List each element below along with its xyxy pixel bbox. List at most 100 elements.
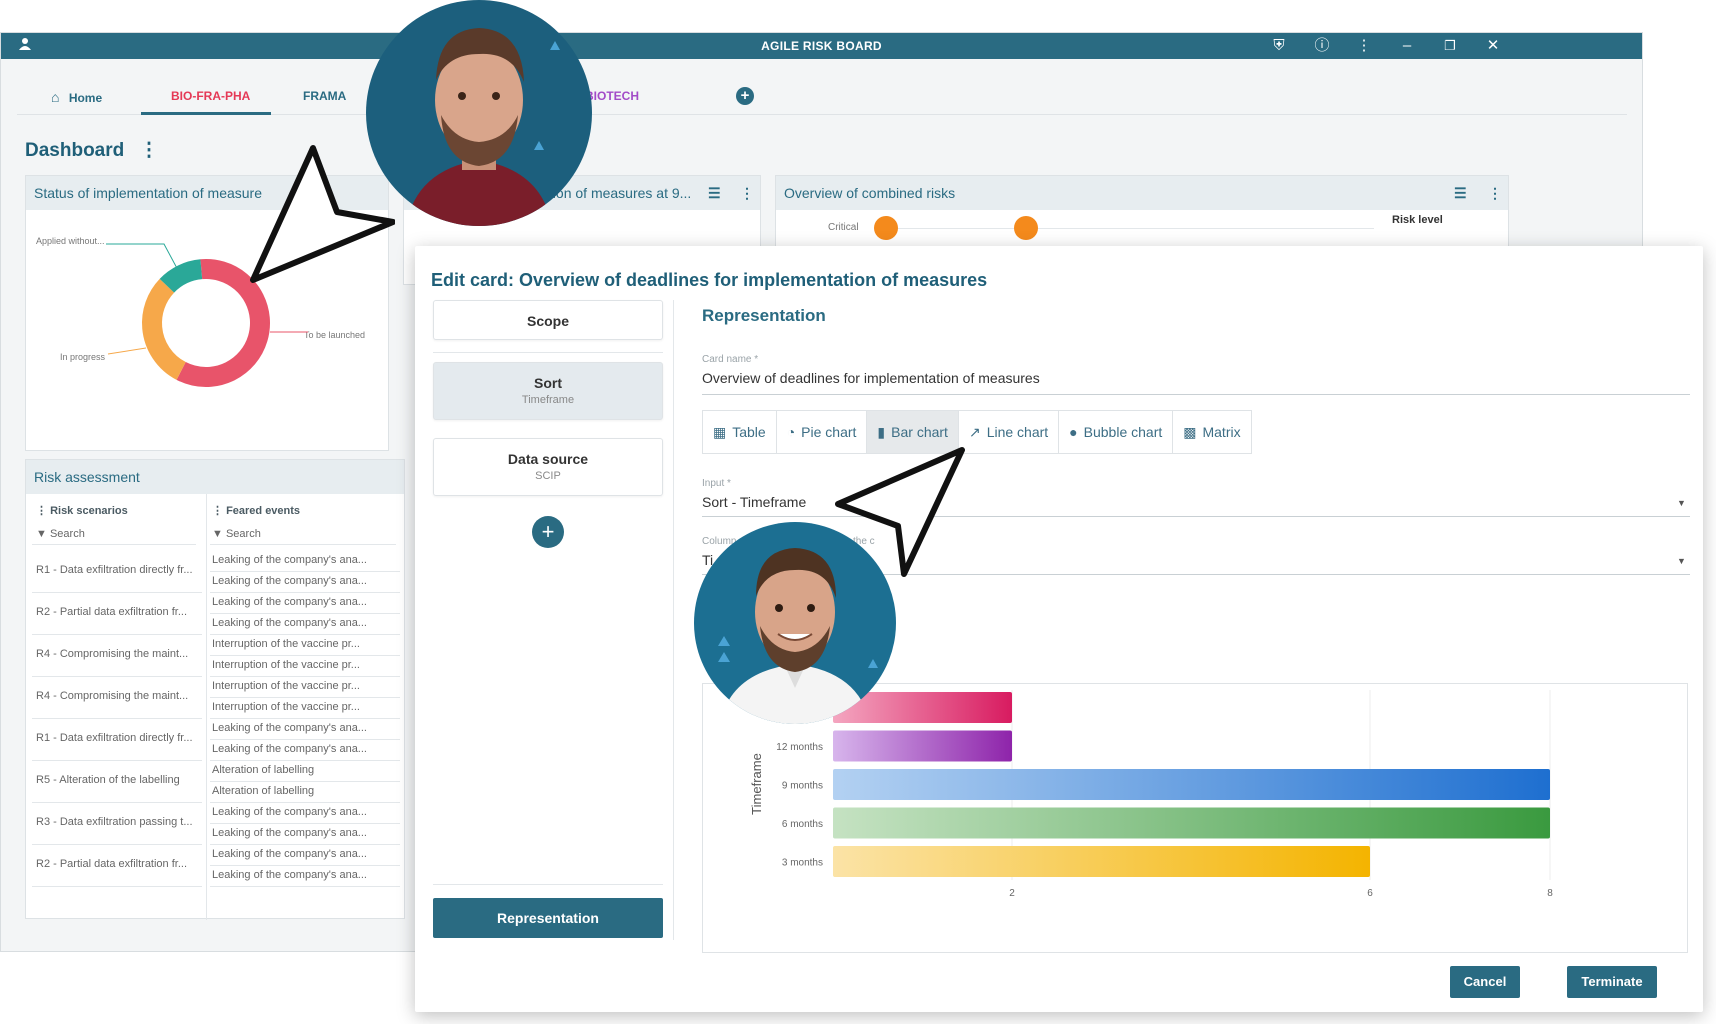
datasource-sublabel: SCIP [535, 470, 561, 482]
rep-label: Bar chart [891, 424, 948, 440]
tab-home[interactable]: ⌂ Home [51, 89, 102, 105]
col-risk-scenarios[interactable]: ⋮ Risk scenarios [36, 504, 128, 517]
risk-scenario-cell[interactable]: R1 - Data exfiltration directly fr... [36, 732, 200, 744]
col-feared-events[interactable]: ⋮ Feared events [212, 504, 300, 517]
dropdown-arrow-icon[interactable]: ▼ [1677, 498, 1686, 508]
tab-bio-fra-pha[interactable]: BIO-FRA-PHA [171, 89, 250, 103]
line-chart-icon: ↗ [968, 423, 981, 440]
feared-event-cell[interactable]: Leaking of the company's ana... [212, 554, 398, 566]
feared-event-cell[interactable]: Leaking of the company's ana... [212, 617, 398, 629]
edit-card-dialog: Edit card: Overview of deadlines for imp… [415, 246, 1703, 1012]
field-underline [702, 394, 1690, 395]
app-title: AGILE RISK BOARD [761, 39, 882, 53]
feared-event-cell[interactable]: Leaking of the company's ana... [212, 575, 398, 587]
bar-3[interactable] [833, 807, 1550, 839]
risk-scenario-cell[interactable]: R2 - Partial data exfiltration fr... [36, 858, 200, 870]
shield-icon[interactable]: ⛨ [1269, 37, 1289, 55]
tab-biotech[interactable]: BIOTECH [585, 89, 639, 103]
risk-scenario-cell[interactable]: R2 - Partial data exfiltration fr... [36, 606, 200, 618]
tab-frama[interactable]: FRAMA [303, 89, 346, 103]
add-tab-icon[interactable]: + [736, 87, 754, 105]
info-icon[interactable]: ⓘ [1312, 37, 1332, 55]
more-vert-icon[interactable]: ⋮ [1354, 37, 1374, 55]
bar-1[interactable] [833, 730, 1012, 762]
scenario-search-input[interactable]: ▼ Search [36, 528, 85, 540]
events-search-input[interactable]: ▼ Search [212, 528, 261, 540]
datasource-step-button[interactable]: Data source SCIP [433, 438, 663, 496]
dialog-title: Edit card: Overview of deadlines for imp… [431, 270, 988, 290]
feared-event-cell[interactable]: Interruption of the vaccine pr... [212, 701, 398, 713]
row-divider [210, 718, 400, 719]
rep-matrix-button[interactable]: ▩ Matrix [1173, 411, 1250, 453]
feared-event-cell[interactable]: Leaking of the company's ana... [212, 827, 398, 839]
male-avatar-photo [366, 0, 592, 226]
dropdown-arrow-icon[interactable]: ▼ [1677, 556, 1686, 566]
restore-icon[interactable]: ❐ [1440, 37, 1460, 55]
row-divider [210, 655, 400, 656]
close-icon[interactable]: ✕ [1483, 37, 1503, 55]
feared-event-cell[interactable]: Leaking of the company's ana... [212, 722, 398, 734]
add-step-button[interactable]: + [532, 516, 564, 548]
risk-card-header: Risk assessment [26, 460, 404, 494]
row-divider [32, 802, 202, 803]
bar-chart: 12 months 9 months 6 months 3 months 2 6 8 Time… [702, 683, 1688, 953]
row-divider [210, 886, 400, 887]
section-title: Representation [702, 306, 826, 325]
rep-label: Line chart [986, 424, 1049, 440]
risk-scenario-cell[interactable]: R4 - Compromising the maint... [36, 690, 200, 702]
rep-label: Bubble chart [1083, 424, 1163, 440]
datasource-label: Data source [507, 451, 589, 467]
row-divider [210, 571, 400, 572]
terminate-button[interactable]: Terminate [1567, 966, 1657, 998]
feared-event-cell[interactable]: Leaking of the company's ana... [212, 806, 398, 818]
minimize-icon[interactable]: – [1397, 37, 1417, 55]
grid-line [874, 228, 1374, 229]
feared-event-cell[interactable]: Leaking of the company's ana... [212, 596, 398, 608]
representation-step-button[interactable]: Representation [433, 898, 663, 938]
vertical-divider [673, 300, 674, 940]
bar-4[interactable] [833, 846, 1370, 877]
rep-table-button[interactable]: ▦ Table [703, 411, 777, 453]
bubble-chart-icon: ● [1069, 424, 1078, 440]
feared-event-cell[interactable]: Interruption of the vaccine pr... [212, 680, 398, 692]
risk-scenario-cell[interactable]: R4 - Compromising the maint... [36, 648, 200, 660]
card-name-input[interactable]: Overview of deadlines for implementation… [702, 370, 1040, 386]
col-label: Feared events [226, 505, 301, 517]
dashboard-title-text: Dashboard [25, 140, 125, 161]
critical-label: Critical [828, 222, 859, 233]
tab-home-label: Home [68, 91, 103, 105]
col-divider [206, 494, 207, 920]
rep-line-chart-button[interactable]: ↗ Line chart [959, 411, 1060, 453]
x-tick-label: 8 [1547, 888, 1553, 899]
list-icon[interactable]: ☰ [1454, 185, 1467, 202]
bar-2[interactable] [833, 769, 1550, 800]
scope-step-button[interactable]: Scope [433, 300, 663, 340]
feared-event-cell[interactable]: Alteration of labelling [212, 785, 398, 797]
feared-event-cell[interactable]: Interruption of the vaccine pr... [212, 638, 398, 650]
risk-scenario-cell[interactable]: R5 - Alteration of the labelling [36, 774, 200, 786]
divider [433, 352, 663, 353]
feared-event-cell[interactable]: Alteration of labelling [212, 764, 398, 776]
cancel-button[interactable]: Cancel [1450, 966, 1520, 998]
pie-chart-icon: ◔ [786, 424, 796, 440]
feared-event-cell[interactable]: Leaking of the company's ana... [212, 848, 398, 860]
risk-bubble [874, 216, 898, 240]
risk-scenario-cell[interactable]: R1 - Data exfiltration directly fr... [36, 564, 200, 576]
representation-type-toggle: ▦ Table ◔ Pie chart ▮ Bar chart ↗ Line chart… [702, 410, 1252, 454]
risk-scenario-cell[interactable]: R3 - Data exfiltration passing t... [36, 816, 200, 828]
active-tab-indicator [141, 112, 271, 115]
rep-label: Matrix [1202, 424, 1241, 440]
feared-event-cell[interactable]: Interruption of the vaccine pr... [212, 659, 398, 671]
title-bar: AGILE RISK BOARD ⛨ ⓘ ⋮ – ❐ ✕ [1, 33, 1642, 59]
row-divider [210, 760, 400, 761]
list-icon[interactable]: ☰ [708, 185, 721, 202]
feared-event-cell[interactable]: Leaking of the company's ana... [212, 869, 398, 881]
rep-bubble-chart-button[interactable]: ● Bubble chart [1059, 411, 1174, 453]
card-menu-icon[interactable]: ⋮ [1488, 185, 1502, 202]
input-select[interactable]: Sort - Timeframe [702, 494, 806, 510]
feared-event-cell[interactable]: Leaking of the company's ana... [212, 743, 398, 755]
card-menu-icon[interactable]: ⋮ [740, 185, 754, 202]
dashboard-menu-icon[interactable]: ⋮ [140, 140, 159, 161]
sort-step-button[interactable]: Sort Timeframe [433, 362, 663, 420]
x-tick-label: 6 [1367, 888, 1373, 899]
